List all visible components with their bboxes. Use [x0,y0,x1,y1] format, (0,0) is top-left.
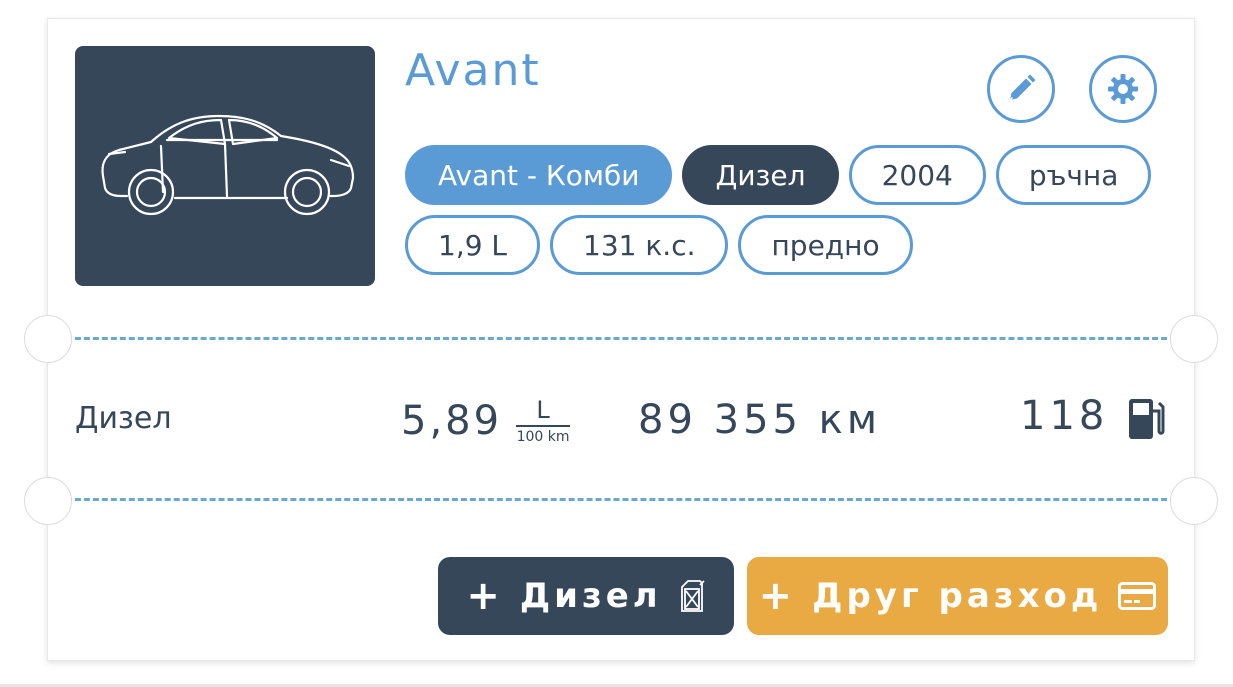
ticket-notch [1170,477,1218,525]
add-fuel-label: Дизел [519,576,662,616]
tag-model: Avant - Комби [405,145,673,205]
divider-bottom [48,498,1194,501]
tag-power: 131 к.с. [550,215,729,275]
fuel-pump-icon [1129,399,1165,439]
ticket-notch [1170,315,1218,363]
ticket-notch [24,477,72,525]
credit-card-icon [1118,582,1157,610]
gear-icon [1108,74,1138,104]
vehicle-image[interactable] [75,46,375,286]
vehicle-tags: Avant - Комби Дизел 2004 ръчна 1,9 L 131… [405,145,1165,285]
refuel-count: 118 [1020,393,1109,439]
consumption-value: 5,89 [401,398,503,444]
car-sedan-icon [101,114,355,216]
ticket-notch [24,315,72,363]
consumption-stat: 5,89 L 100 km [401,396,571,445]
consumption-unit: L 100 km [516,396,571,445]
vehicle-title: Avant [405,45,541,96]
divider-top [48,337,1194,340]
edit-button[interactable] [987,55,1055,123]
consumption-unit-bottom: 100 km [516,429,570,445]
fraction-bar [516,425,571,427]
tag-drive: предно [738,215,913,275]
vehicle-card: Avant Avant - Комби Дизел 2004 ръчна 1,9… [24,18,1218,661]
fuel-type-label: Дизел [75,401,172,436]
tag-year: 2004 [848,145,986,205]
mileage-value: 89 355 км [638,397,882,443]
add-fuel-button[interactable]: + Дизел [438,557,734,635]
pencil-icon [1009,74,1036,101]
tag-fuel-type: Дизел [682,145,839,205]
plus-icon: + [466,573,504,619]
tag-engine-volume: 1,9 L [405,215,541,275]
add-expense-button[interactable]: + Друг разход [747,557,1168,635]
jerrycan-icon [680,580,705,612]
add-expense-label: Друг разход [812,576,1103,616]
settings-button[interactable] [1089,55,1157,123]
tag-transmission: ръчна [995,145,1152,205]
consumption-unit-top: L [536,396,550,424]
plus-icon: + [758,573,797,619]
